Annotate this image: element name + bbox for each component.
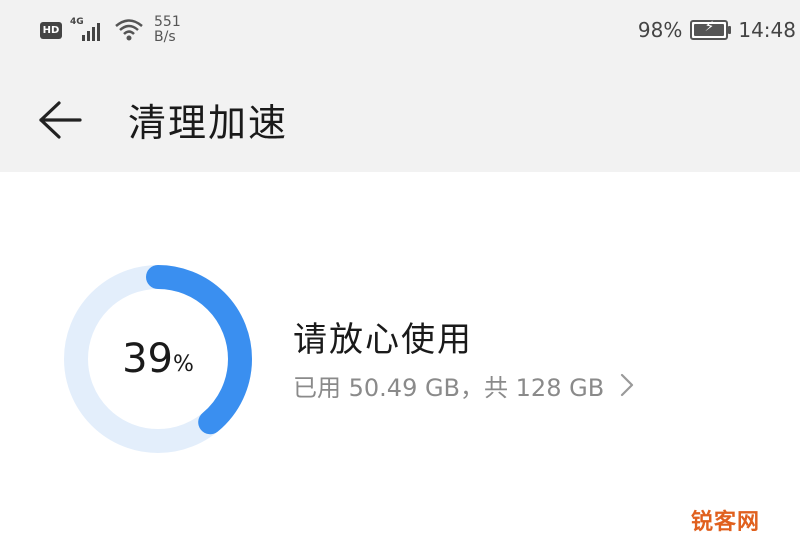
back-button[interactable]: [30, 90, 90, 150]
usage-percent-sign: %: [173, 351, 194, 377]
status-bar: HD 4G 551 B/s 98% ⚡ 14:48: [0, 0, 800, 62]
battery-percent: 98%: [637, 18, 683, 42]
title-bar: 清理加速: [0, 62, 800, 172]
status-bar-left: HD 4G 551 B/s: [40, 12, 181, 48]
storage-detail-text: 已用 50.49 GB，共 128 GB: [293, 373, 605, 402]
usage-percent-value: 39: [122, 336, 173, 382]
storage-panel: 39 % 请放心使用 已用 50.49 GB，共 128 GB: [0, 172, 800, 550]
page-title: 清理加速: [128, 101, 289, 145]
storage-detail-link[interactable]: 已用 50.49 GB，共 128 GB: [293, 368, 634, 402]
network-speed: 551 B/s: [154, 15, 181, 45]
wifi-icon: [115, 19, 143, 41]
network-speed-unit: B/s: [154, 29, 176, 45]
network-speed-value: 551: [154, 14, 181, 30]
back-arrow-icon: [39, 101, 82, 139]
hd-icon: HD: [40, 21, 62, 39]
usage-percent: 39 %: [58, 259, 258, 459]
chevron-right-icon: [620, 373, 634, 397]
watermark-logo: 锐客网: [690, 510, 760, 535]
storage-usage-ring: 39 %: [58, 259, 258, 459]
status-bar-right: 98% ⚡ 14:48: [638, 14, 800, 46]
clock: 14:48: [738, 18, 796, 42]
storage-status-text: 请放心使用: [293, 320, 473, 360]
cellular-signal-icon: 4G: [68, 17, 114, 43]
battery-charging-icon: ⚡: [690, 19, 732, 40]
